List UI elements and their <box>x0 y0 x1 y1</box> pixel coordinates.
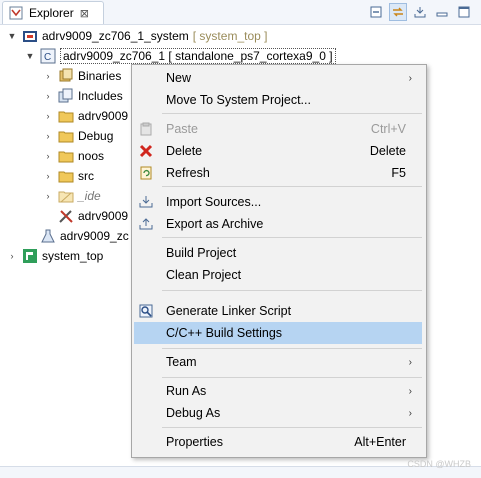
flask-icon <box>40 228 56 244</box>
menu-item-import-sources[interactable]: Import Sources... <box>134 191 422 213</box>
menu-separator <box>162 113 422 114</box>
tree-item-label: Debug <box>78 129 114 143</box>
tab-label: Explorer <box>29 6 74 20</box>
tab-explorer[interactable]: Explorer ⊠ <box>2 1 104 24</box>
tree-item-label: adrv9009 <box>78 209 129 223</box>
menu-separator <box>162 237 422 238</box>
view-toolbar <box>367 3 473 21</box>
system-project-icon <box>22 28 38 44</box>
menu-item-generate-linker-script[interactable]: Generate Linker Script <box>134 300 422 322</box>
menu-separator <box>162 348 422 349</box>
link-with-editor-icon[interactable] <box>389 3 407 21</box>
tree-item-label: src <box>78 169 94 183</box>
hidden-folder-icon <box>58 188 74 204</box>
collapsed-arrow-icon[interactable]: › <box>42 170 54 182</box>
minimize-icon[interactable] <box>433 3 451 21</box>
collapsed-arrow-icon[interactable]: › <box>42 70 54 82</box>
submenu-arrow-icon: › <box>408 72 412 84</box>
menu-item-clean-project[interactable]: Clean Project <box>134 264 422 286</box>
context-menu: New › Move To System Project... Paste Ct… <box>131 64 427 458</box>
tree-row-folder[interactable]: › adrv9009 <box>42 106 129 126</box>
tree-row-debug[interactable]: › Debug <box>42 126 114 146</box>
menu-item-delete[interactable]: Delete Delete <box>134 140 422 162</box>
menu-separator <box>162 377 422 378</box>
menu-item-build-settings[interactable]: C/C++ Build Settings <box>134 322 422 344</box>
expanded-arrow-icon[interactable]: ▼ <box>24 50 36 62</box>
tree-item-label: Includes <box>78 89 123 103</box>
view-header: Explorer ⊠ <box>0 0 481 25</box>
tree-row-ide[interactable]: › _ide <box>42 186 101 206</box>
watermark: CSDN @WHZB <box>407 459 471 469</box>
menu-item-build-project[interactable]: Build Project <box>134 242 422 264</box>
tree-row-prj[interactable]: adrv9009 <box>42 206 128 226</box>
c-project-icon: C <box>40 48 56 64</box>
collapsed-arrow-icon[interactable]: › <box>42 110 54 122</box>
menu-item-refresh[interactable]: Refresh F5 <box>134 162 422 184</box>
import-sources-icon <box>138 194 154 210</box>
folder-icon <box>58 128 74 144</box>
collapsed-arrow-icon[interactable]: › <box>42 150 54 162</box>
svg-text:C: C <box>44 52 51 63</box>
menu-item-team[interactable]: Team › <box>134 351 422 373</box>
paste-icon <box>138 121 154 137</box>
tree-row-system[interactable]: ▼ adrv9009_zc706_1_system [ system_top ] <box>6 26 268 46</box>
system-project-tag: [ system_top ] <box>192 29 268 43</box>
includes-icon <box>58 88 74 104</box>
submenu-arrow-icon: › <box>408 356 412 368</box>
tree-item-label: noos <box>78 149 105 163</box>
collapsed-arrow-icon[interactable]: › <box>42 130 54 142</box>
platform-icon <box>22 248 38 264</box>
tree-item-label: adrv9009 <box>78 109 129 123</box>
explorer-icon <box>9 6 23 20</box>
delete-icon <box>138 143 154 159</box>
maximize-icon[interactable] <box>455 3 473 21</box>
tree-item-label: adrv9009_zc <box>60 229 129 243</box>
menu-item-new[interactable]: New › <box>134 67 422 89</box>
binaries-icon <box>58 68 74 84</box>
tree-row-binaries[interactable]: › Binaries <box>42 66 121 86</box>
menu-item-export-archive[interactable]: Export as Archive <box>134 213 422 235</box>
tree-row-src[interactable]: › src <box>42 166 95 186</box>
refresh-icon <box>138 165 154 181</box>
menu-item-move-to-system[interactable]: Move To System Project... <box>134 89 422 111</box>
tools-icon <box>58 208 74 224</box>
export-archive-icon <box>138 216 154 232</box>
tree-row-noos[interactable]: › noos <box>42 146 105 166</box>
linker-script-icon <box>138 303 154 319</box>
close-icon[interactable]: ⊠ <box>80 7 89 20</box>
folder-icon <box>58 148 74 164</box>
tree-row-includes[interactable]: › Includes <box>42 86 123 106</box>
collapsed-arrow-icon[interactable]: › <box>42 190 54 202</box>
app-project-label: adrv9009_zc706_1 [ standalone_ps7_cortex… <box>60 48 336 64</box>
tree-row-app[interactable]: ▼ C adrv9009_zc706_1 [ standalone_ps7_co… <box>24 46 336 66</box>
collapsed-arrow-icon[interactable]: › <box>6 250 18 262</box>
platform-label: system_top <box>42 249 104 263</box>
tree-item-label: _ide <box>78 189 101 203</box>
tree-row-platform[interactable]: › system_top <box>6 246 103 266</box>
menu-item-run-as[interactable]: Run As › <box>134 380 422 402</box>
menu-item-debug-as[interactable]: Debug As › <box>134 402 422 424</box>
folder-icon <box>58 168 74 184</box>
menu-separator <box>162 290 422 291</box>
collapsed-arrow-icon[interactable]: › <box>42 90 54 102</box>
collapse-all-icon[interactable] <box>367 3 385 21</box>
menu-item-properties[interactable]: Properties Alt+Enter <box>134 431 422 453</box>
menu-separator <box>162 186 422 187</box>
menu-item-paste[interactable]: Paste Ctrl+V <box>134 118 422 140</box>
import-icon[interactable] <box>411 3 429 21</box>
submenu-arrow-icon: › <box>408 407 412 419</box>
tree-item-label: Binaries <box>78 69 122 83</box>
submenu-arrow-icon: › <box>408 385 412 397</box>
system-project-label: adrv9009_zc706_1_system <box>42 29 189 43</box>
menu-separator <box>162 427 422 428</box>
expanded-arrow-icon[interactable]: ▼ <box>6 30 18 42</box>
tree-row-system-file[interactable]: adrv9009_zc <box>24 226 129 246</box>
folder-icon <box>58 108 74 124</box>
